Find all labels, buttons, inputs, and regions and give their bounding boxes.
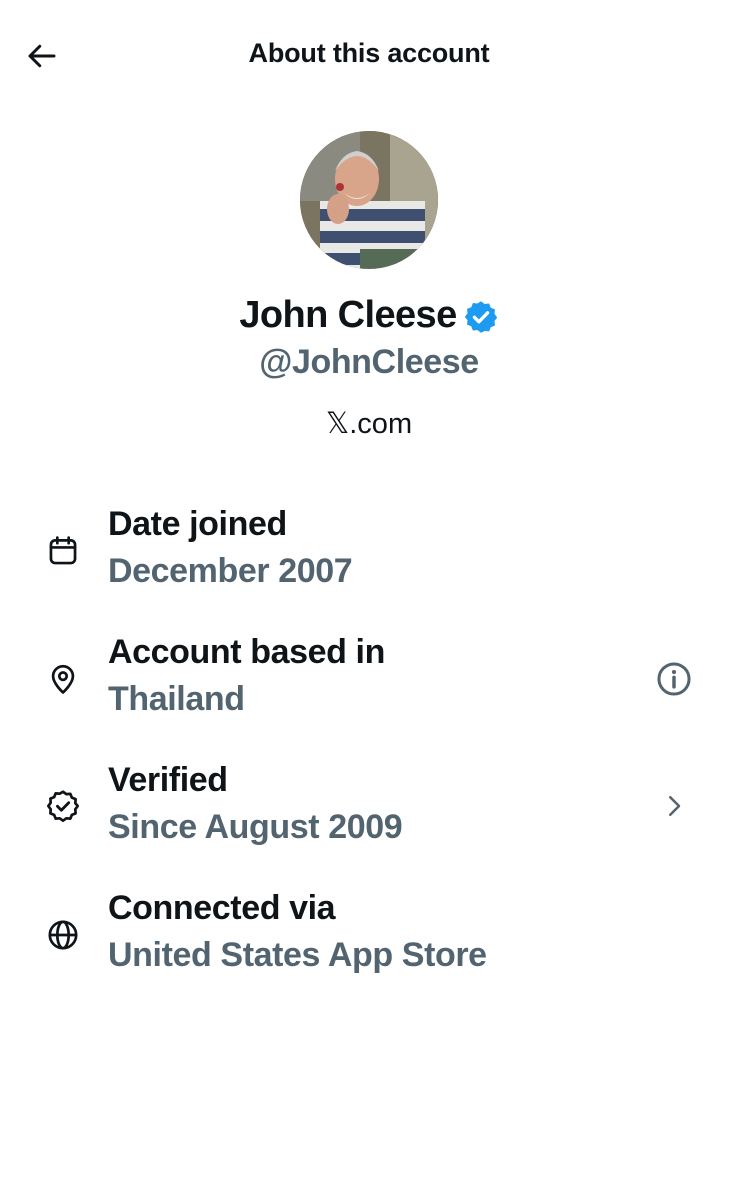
about-account-screen: About this account John Cleese @JohnClee… — [0, 0, 738, 1200]
profile-name: John Cleese — [239, 294, 457, 336]
avatar[interactable] — [300, 131, 438, 269]
location-pin-icon — [44, 660, 82, 698]
info-title: Date joined — [108, 505, 287, 543]
info-value: December 2007 — [108, 552, 353, 590]
profile-handle[interactable]: @JohnCleese — [0, 343, 738, 382]
info-value: United States App Store — [108, 936, 487, 974]
chevron-right-icon — [669, 796, 681, 816]
info-row-connected-via: Connected via United States App Store — [0, 889, 738, 999]
verified-badge-icon[interactable] — [463, 299, 499, 335]
verified-check-icon — [44, 787, 82, 825]
calendar-icon — [44, 532, 82, 570]
info-title: Account based in — [108, 633, 385, 671]
info-row-account-based-in: Account based in Thailand — [0, 633, 738, 743]
profile-name-row: John Cleese — [0, 294, 738, 337]
info-text-account-based-in: Account based in Thailand — [108, 633, 385, 719]
info-title: Connected via — [108, 889, 336, 927]
info-text-connected-via: Connected via United States App Store — [108, 889, 487, 975]
info-row-verified[interactable]: Verified Since August 2009 — [0, 761, 738, 871]
info-value: Since August 2009 — [108, 808, 403, 846]
verified-details-button[interactable] — [654, 786, 694, 826]
globe-icon — [44, 916, 82, 954]
info-button[interactable] — [654, 659, 694, 699]
info-text-verified: Verified Since August 2009 — [108, 761, 403, 847]
page-title: About this account — [248, 38, 490, 68]
site-label: 𝕏.com — [325, 408, 413, 440]
info-icon — [657, 662, 691, 696]
info-row-date-joined: Date joined December 2007 — [0, 505, 738, 615]
info-text-date-joined: Date joined December 2007 — [108, 505, 353, 591]
info-title: Verified — [108, 761, 228, 799]
info-value: Thailand — [108, 680, 245, 718]
